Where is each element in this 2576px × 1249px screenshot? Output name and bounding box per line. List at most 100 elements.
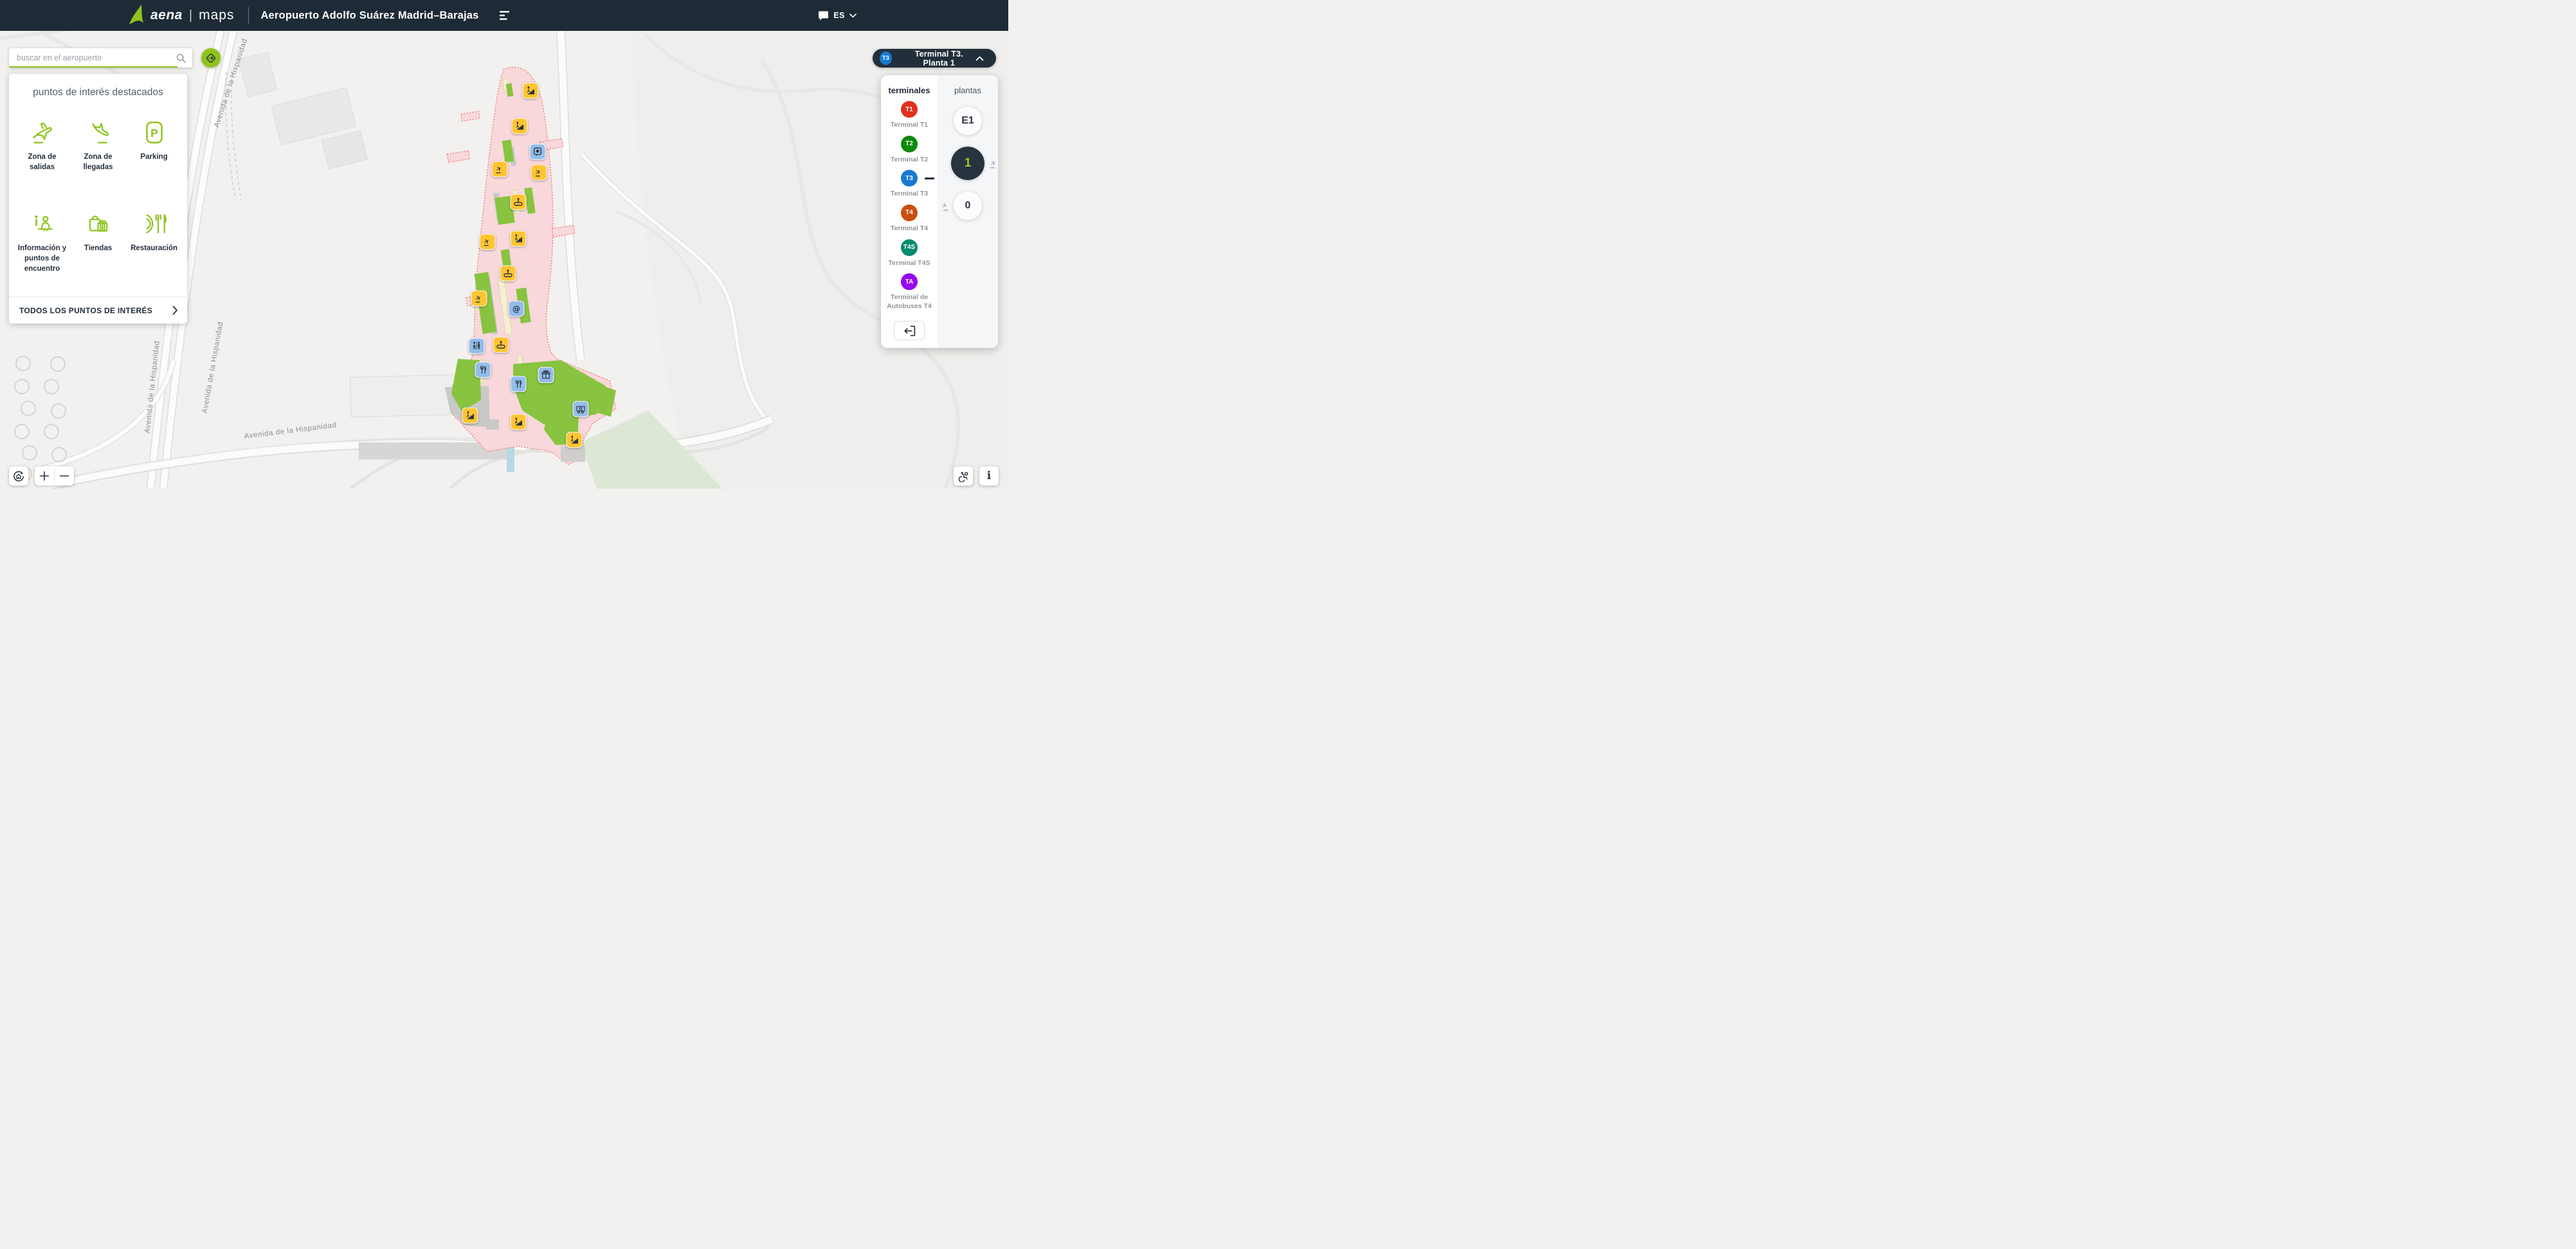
- plus-icon: [39, 471, 50, 481]
- floors-column: plantas E1 1 0: [938, 75, 998, 348]
- poi-item-restauracion[interactable]: Restauración: [126, 201, 182, 293]
- poi-item-tiendas[interactable]: Tiendas: [70, 201, 126, 293]
- map-marker-plane-up-icon[interactable]: [531, 165, 547, 181]
- terminal-label: Terminal T2: [889, 156, 930, 165]
- map-marker-stairs-icon[interactable]: [511, 231, 527, 247]
- selected-terminal-dash: [925, 178, 934, 179]
- map-marker-restaurant-icon[interactable]: [475, 362, 491, 378]
- search-bar: [9, 48, 192, 68]
- map-marker-photo-icon[interactable]: [530, 144, 546, 160]
- accessibility-button[interactable]: [954, 466, 973, 486]
- map-marker-wc-icon[interactable]: [469, 338, 485, 354]
- shop-icon: [84, 210, 113, 237]
- floor-button-e1[interactable]: E1: [954, 107, 982, 135]
- poi-item-label: Restauración: [131, 243, 177, 253]
- terminal-item-t2[interactable]: T2 Terminal T2: [881, 136, 938, 165]
- map-marker-stairs-icon[interactable]: [511, 414, 527, 430]
- poi-item-parking[interactable]: Parking: [126, 110, 182, 201]
- map-marker-stairs-icon[interactable]: [567, 432, 583, 448]
- directions-button[interactable]: [201, 48, 221, 68]
- brand-maps: maps: [199, 8, 234, 23]
- terminal-item-t1[interactable]: T1Terminal T1: [881, 101, 938, 130]
- zoom-in-button[interactable]: [35, 466, 54, 486]
- chevron-down-icon: [849, 14, 857, 18]
- directions-diamond-icon: [205, 52, 217, 64]
- poi-panel: puntos de interés destacados Zona de sal…: [9, 74, 187, 324]
- minus-icon: [59, 471, 69, 481]
- poi-panel-title: puntos de interés destacados: [15, 87, 181, 98]
- terminal-item-ta[interactable]: TATerminal de Autobuses T4: [881, 273, 938, 311]
- poi-item-label: Zona de llegadas: [71, 152, 125, 172]
- language-selector[interactable]: ES: [814, 10, 860, 22]
- terminal-item-t4[interactable]: T4Terminal T4: [881, 205, 938, 233]
- brand-aena: aena: [150, 8, 183, 23]
- map-marker-stairs-icon[interactable]: [523, 83, 539, 99]
- map-marker-stairs-icon[interactable]: [512, 118, 528, 134]
- terminal-badge-ta: TA: [901, 273, 918, 290]
- map-marker-plane-up-icon[interactable]: [471, 291, 487, 307]
- restaurant-icon: [140, 210, 169, 237]
- poi-grid: Zona de salidasZona de llegadasParking In…: [9, 107, 187, 293]
- info-icon: [28, 210, 57, 237]
- terminal-label: Terminal T3: [889, 190, 930, 199]
- header-divider: [248, 7, 249, 24]
- poi-item-label: Información y puntos de encuentro: [15, 243, 69, 274]
- close-panel-button[interactable]: [894, 321, 925, 340]
- map-marker-escalator-icon[interactable]: [500, 266, 516, 282]
- terminal-item-t3[interactable]: T3 Terminal T3: [881, 170, 938, 199]
- pill-terminal-badge: T3: [880, 51, 892, 65]
- floor-button-1[interactable]: 1: [951, 147, 984, 180]
- poi-item-informacion[interactable]: Información y puntos de encuentro: [14, 201, 70, 293]
- terminal-floor-pill[interactable]: T3 Terminal T3. Planta 1: [873, 49, 996, 68]
- terminal-label: Terminal T1: [889, 121, 930, 130]
- map-marker-money-icon[interactable]: [573, 401, 589, 417]
- terminal-label: Terminal T4S: [886, 259, 932, 268]
- home-reset-icon: [13, 470, 24, 482]
- search-icon[interactable]: [176, 53, 186, 64]
- poi-item-zona-llegadas[interactable]: Zona de llegadas: [70, 110, 126, 201]
- terminal-item-t4s[interactable]: T4S Terminal T4S: [881, 239, 938, 268]
- poi-item-label: Zona de salidas: [15, 152, 69, 172]
- hamburger-icon: [500, 9, 512, 22]
- search-underline: [9, 66, 177, 68]
- wheelchair-settings-icon: [957, 470, 969, 483]
- app-header: aena | maps Aeropuerto Adolfo Suárez Mad…: [0, 0, 1008, 31]
- pill-label: Terminal T3. Planta 1: [903, 50, 975, 68]
- menu-button[interactable]: [497, 6, 515, 24]
- aena-maps-logo[interactable]: aena | maps: [129, 5, 234, 26]
- reset-view-button[interactable]: [9, 466, 28, 486]
- floors-header: plantas: [938, 86, 998, 95]
- page-title: Aeropuerto Adolfo Suárez Madrid–Barajas: [260, 10, 478, 22]
- map-marker-escalator-icon[interactable]: [511, 194, 527, 210]
- map-marker-restaurant-icon[interactable]: [511, 376, 527, 392]
- chevron-right-icon: [172, 305, 178, 315]
- poi-item-label: Tiendas: [84, 243, 112, 253]
- map-marker-gift-icon[interactable]: [538, 367, 554, 383]
- parking-icon: [140, 119, 169, 146]
- terminals-header: terminales: [881, 86, 938, 95]
- map-marker-plane-up-icon[interactable]: [492, 161, 508, 178]
- map-marker-stairs-icon[interactable]: [462, 408, 478, 424]
- terminal-badge-t4s: T4S: [901, 239, 918, 256]
- chevron-up-icon: [975, 56, 984, 61]
- all-poi-label: TODOS LOS PUNTOS DE INTERÉS: [19, 306, 152, 315]
- poi-item-zona-salidas[interactable]: Zona de salidas: [14, 110, 70, 201]
- brand-divider: |: [189, 8, 192, 23]
- map-marker-plane-up-icon[interactable]: [480, 234, 496, 250]
- zoom-controls: [35, 466, 74, 486]
- all-poi-link[interactable]: TODOS LOS PUNTOS DE INTERÉS: [9, 296, 187, 324]
- speech-bubble-icon: [818, 10, 829, 21]
- info-icon: i: [987, 471, 991, 482]
- map-marker-escalator-icon[interactable]: [493, 337, 509, 353]
- exit-icon: [902, 324, 917, 338]
- info-button[interactable]: i: [979, 466, 999, 486]
- map-marker-at-icon[interactable]: [509, 301, 525, 317]
- floor-arrivals-icon: [938, 200, 950, 212]
- floor-button-0[interactable]: 0: [954, 192, 982, 220]
- terminal-badge-t3: T3: [901, 170, 918, 187]
- search-input[interactable]: [15, 53, 176, 63]
- terminal-badge-t2: T2: [901, 136, 918, 152]
- plane-up-icon: [28, 119, 57, 146]
- zoom-out-button[interactable]: [55, 466, 74, 486]
- terminal-label: Terminal T4: [889, 224, 930, 233]
